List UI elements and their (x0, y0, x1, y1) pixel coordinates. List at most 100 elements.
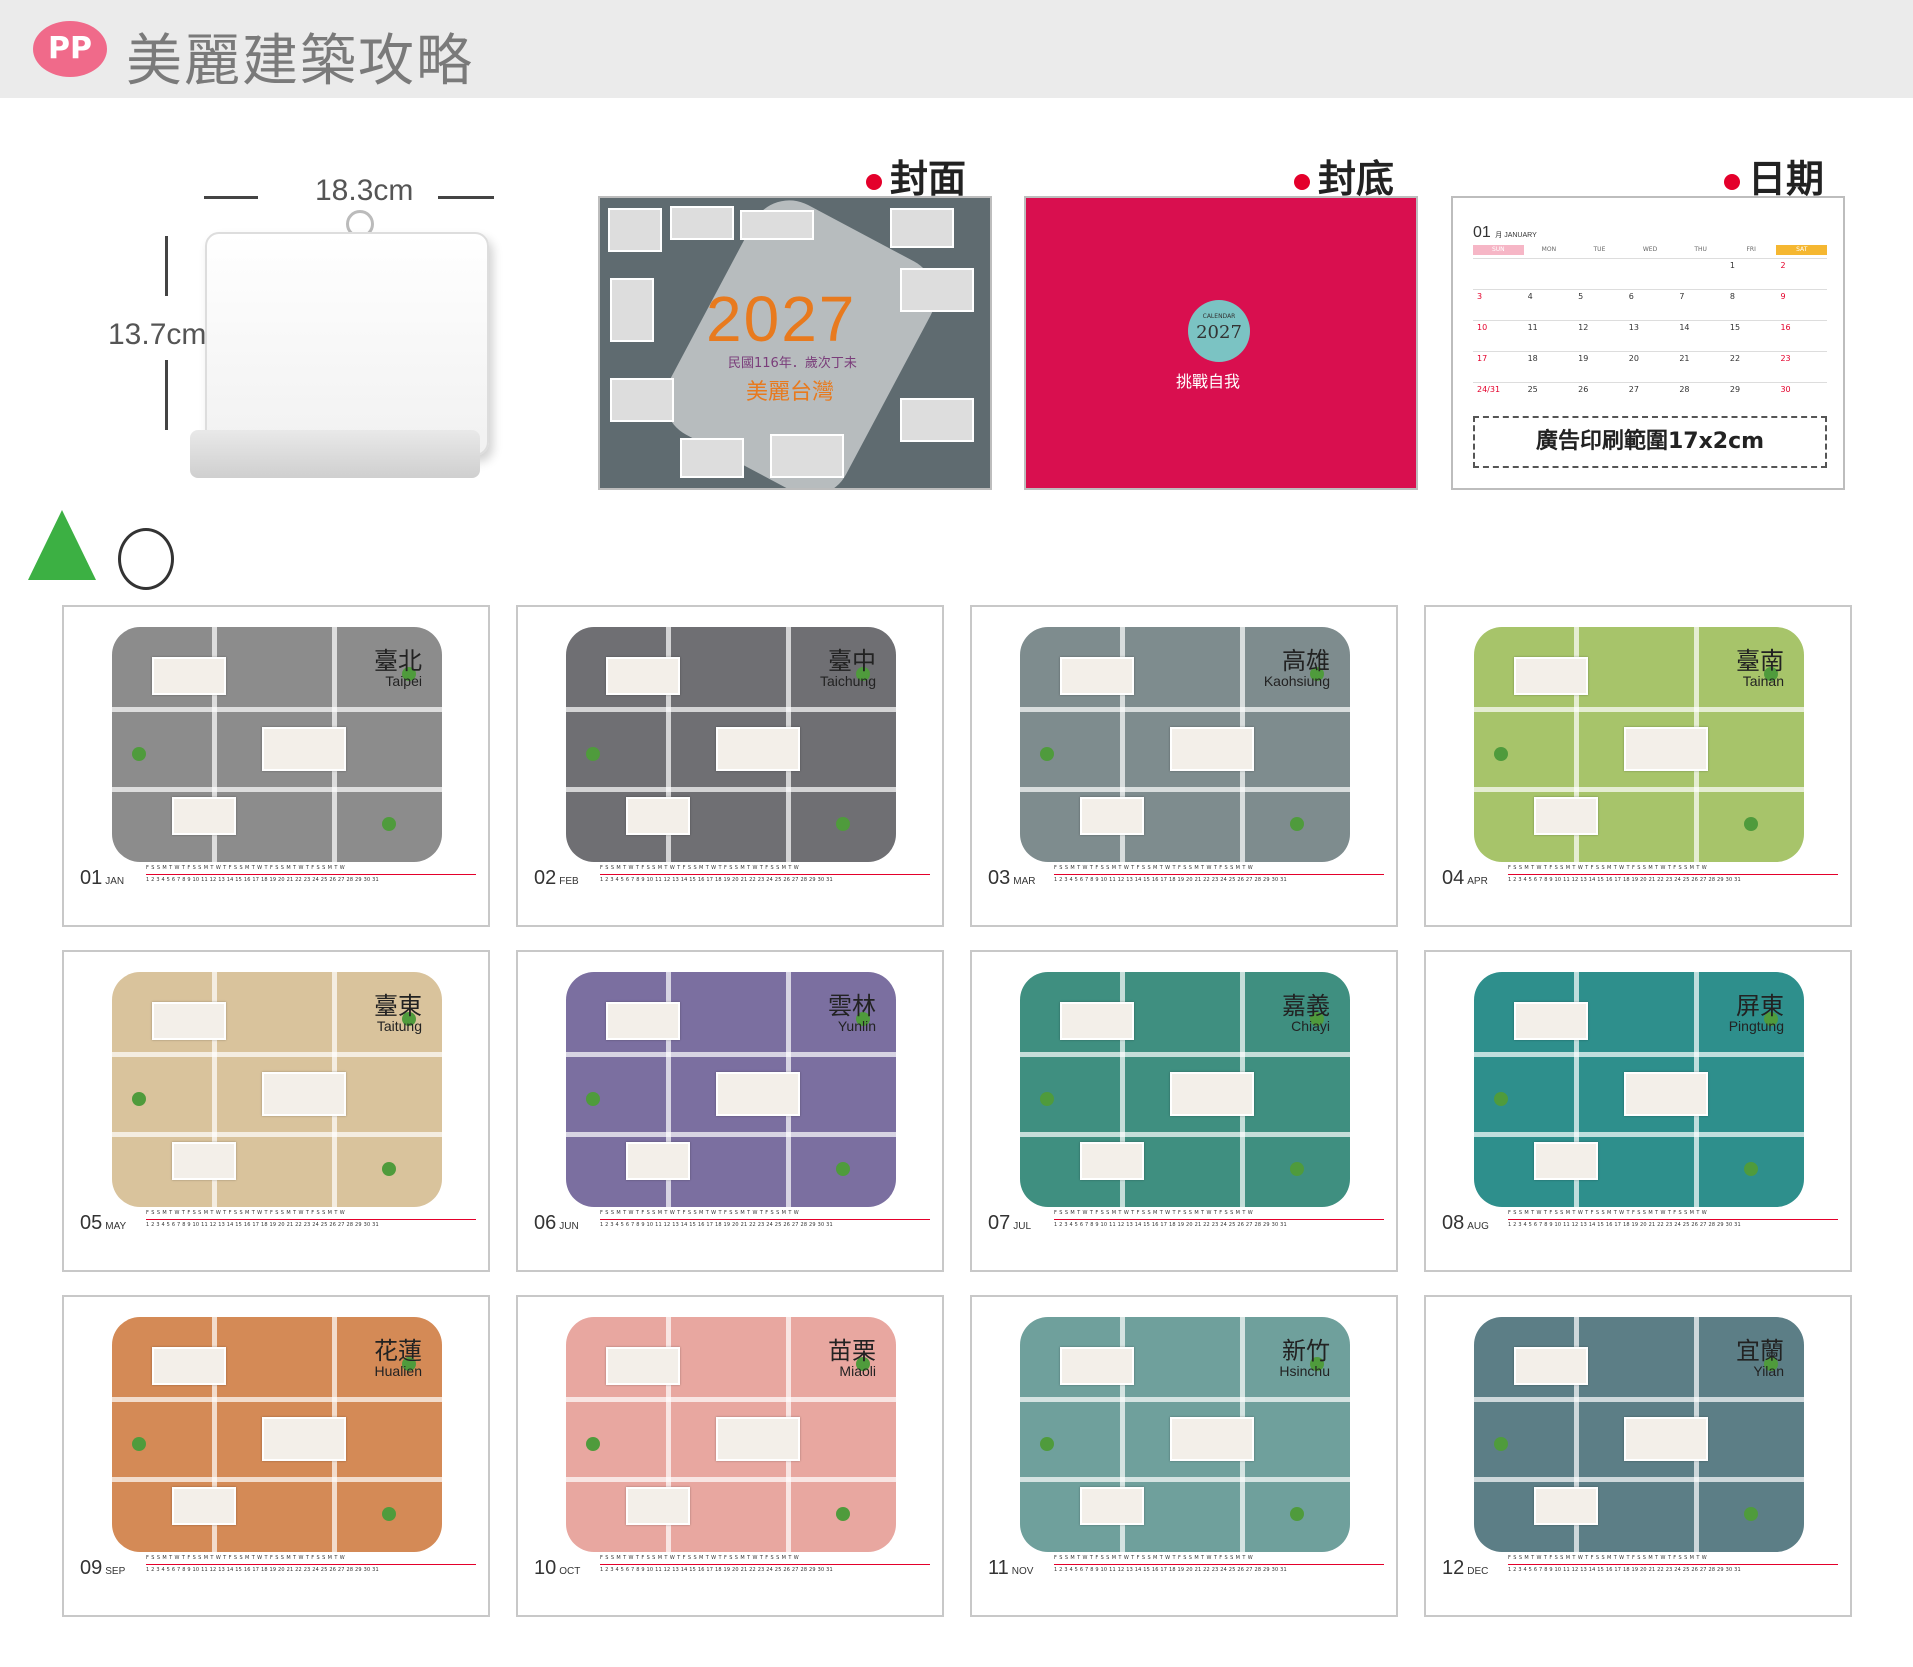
city-map: 臺東 Taitung (112, 972, 442, 1207)
landmark-building (626, 1487, 690, 1525)
day-number-strip: 1 2 3 4 5 6 7 8 9 10 11 12 13 14 15 16 1… (1054, 874, 1384, 883)
city-name-en: Taipei (385, 673, 422, 689)
month-number: 07 (988, 1212, 1011, 1234)
date-label-text: 日期 (1748, 157, 1825, 201)
calendar-day: 29 (1729, 385, 1741, 394)
weekday-tue: TUE (1593, 246, 1606, 253)
calendar-day: 15 (1729, 323, 1741, 332)
weekday-thu: THU (1694, 246, 1707, 253)
tree-icon (1290, 1162, 1304, 1176)
month-card: 高雄 Kaohsiung 03 MAR F S S M T W T F S S M… (970, 605, 1398, 927)
month-number: 10 (534, 1557, 557, 1579)
calendar-week-row: 24/31 25 26 27 28 29 30 (1473, 382, 1827, 413)
weekday-wed: WED (1642, 246, 1658, 253)
month-label: 12 DEC (1442, 1557, 1488, 1580)
calendar-day: 27 (1628, 385, 1639, 394)
day-number-strip: 1 2 3 4 5 6 7 8 9 10 11 12 13 14 15 16 1… (600, 1219, 930, 1228)
landmark-building (1170, 727, 1254, 771)
calendar-day: 14 (1679, 323, 1690, 332)
weekday-strip: F S S M T W T F S S M T W T F S S M T W … (600, 865, 800, 871)
month-day-strip: F S S M T W T F S S M T W T F S S M T W … (1508, 1210, 1838, 1232)
landmark-building (1080, 1487, 1144, 1525)
calendar-week-row: 12 (1473, 258, 1827, 289)
city-name-en: Miaoli (839, 1363, 876, 1379)
city-map: 臺中 Taichung (566, 627, 896, 862)
building-sticker (610, 378, 674, 422)
tree-icon (836, 817, 850, 831)
month-label: 03 MAR (988, 867, 1035, 890)
map-road (566, 1052, 896, 1057)
calendar-day: 11 (1527, 323, 1538, 332)
weekday-strip: F S S M T W T F S S M T W T F S S M T W … (600, 1210, 800, 1216)
month-card: 苗栗 Miaoli 10 OCT F S S M T W T F S S M T … (516, 1295, 944, 1617)
month-number: 01 (1473, 224, 1491, 241)
calendar-day (1574, 259, 1625, 289)
month-abbr: AUG (1467, 1221, 1489, 1232)
landmark-building (1170, 1417, 1254, 1461)
weekday-strip: F S S M T W T F S S M T W T F S S M T W … (146, 865, 346, 871)
map-road (112, 1477, 442, 1482)
landmark-building (716, 1417, 800, 1461)
landmark-building (1534, 1142, 1598, 1180)
tree-icon (1040, 1092, 1054, 1106)
city-name-en: Taitung (376, 1018, 422, 1034)
month-label: 05 MAY (80, 1212, 126, 1235)
city-name-zh: 臺中 (828, 647, 876, 675)
city-name-zh: 屏東 (1736, 992, 1784, 1020)
height-line-top (165, 236, 168, 296)
day-number-strip: 1 2 3 4 5 6 7 8 9 10 11 12 13 14 15 16 1… (1508, 1564, 1838, 1573)
tree-icon (586, 1092, 600, 1106)
city-map: 臺南 Tainan (1474, 627, 1804, 862)
back-calendar-label: CALENDAR (1202, 313, 1236, 320)
day-number-strip: 1 2 3 4 5 6 7 8 9 10 11 12 13 14 15 16 1… (1054, 1564, 1384, 1573)
building-sticker (740, 210, 814, 240)
calendar-day: 28 (1679, 385, 1690, 394)
city-map: 苗栗 Miaoli (566, 1317, 896, 1552)
tree-decoration (28, 510, 96, 580)
day-number-strip: 1 2 3 4 5 6 7 8 9 10 11 12 13 14 15 16 1… (146, 874, 476, 883)
day-number-strip: 1 2 3 4 5 6 7 8 9 10 11 12 13 14 15 16 1… (1508, 1219, 1838, 1228)
month-card: 新竹 Hsinchu 11 NOV F S S M T W T F S S M T… (970, 1295, 1398, 1617)
city-name-zh: 嘉義 (1282, 992, 1330, 1020)
bullet-dot (1724, 173, 1740, 190)
cover-label-text: 封面 (890, 157, 967, 201)
calendar-day: 9 (1780, 292, 1786, 301)
month-card: 宜蘭 Yilan 12 DEC F S S M T W T F S S M T W… (1424, 1295, 1852, 1617)
landmark-building (1514, 1002, 1588, 1040)
month-label: 01 JAN (80, 867, 124, 890)
map-road (112, 1132, 442, 1137)
girl-face-icon (118, 528, 174, 590)
weekday-mon: MON (1541, 246, 1557, 253)
landmark-building (152, 1002, 226, 1040)
calendar-day: 19 (1578, 354, 1589, 363)
map-road (1474, 1397, 1804, 1402)
ad-print-area: 廣告印刷範圍17x2cm (1473, 416, 1827, 468)
month-number: 02 (534, 867, 557, 889)
city-map: 宜蘭 Yilan (1474, 1317, 1804, 1552)
map-road (112, 707, 442, 712)
calendar-day: 3 (1477, 292, 1483, 301)
building-sticker (680, 438, 744, 478)
tree-icon (836, 1507, 850, 1521)
month-abbr: JAN (105, 876, 125, 887)
calendar-day: 22 (1729, 354, 1741, 363)
tree-icon (1040, 1437, 1054, 1451)
landmark-building (1624, 1417, 1708, 1461)
back-slogan: 挑戰自我 (1176, 372, 1241, 391)
city-name-zh: 雲林 (828, 992, 876, 1020)
calendar-day (1675, 259, 1726, 289)
calendar-day: 20 (1628, 354, 1639, 363)
calendar-week-row: 3 4 5 6 7 8 9 (1473, 289, 1827, 320)
month-card: 臺中 Taichung 02 FEB F S S M T W T F S S M … (516, 605, 944, 927)
month-day-strip: F S S M T W T F S S M T W T F S S M T W … (1054, 1210, 1384, 1232)
weekday-sat: SAT (1776, 245, 1828, 255)
stand-base (190, 430, 480, 478)
calendar-day: 5 (1578, 292, 1584, 301)
city-name-en: Yilan (1753, 1363, 1784, 1379)
map-road (1020, 1397, 1350, 1402)
month-label: 06 JUN (534, 1212, 579, 1235)
map-road (566, 1477, 896, 1482)
city-name-zh: 新竹 (1282, 1337, 1330, 1365)
weekday-strip: F S S M T W T F S S M T W T F S S M T W … (146, 1210, 346, 1216)
tree-icon (1494, 1437, 1508, 1451)
